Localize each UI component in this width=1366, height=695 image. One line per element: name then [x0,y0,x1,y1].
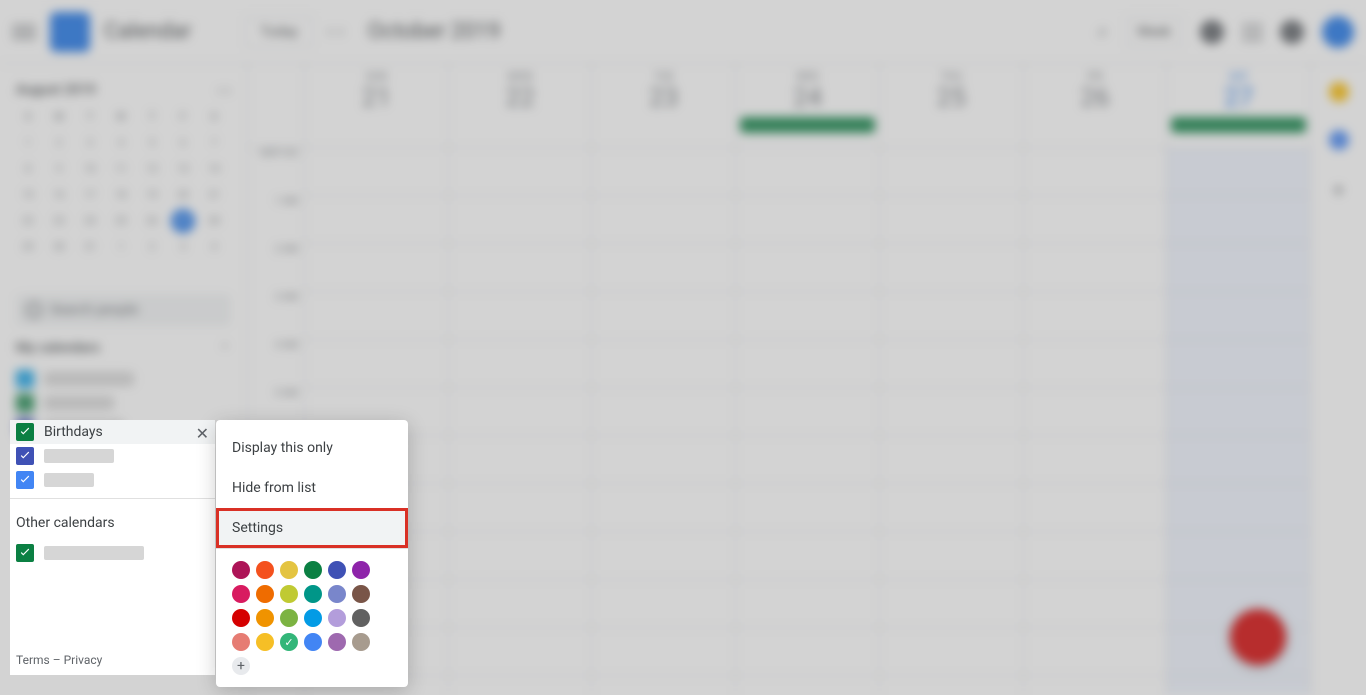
color-swatch[interactable] [232,633,250,651]
sidebar-calendar-list: Birthdays ✕ Other calendars Terms – Priv… [10,420,215,675]
prev-week-icon[interactable]: ‹ [327,21,332,42]
calendar-logo-icon [50,12,90,52]
hamburger-icon[interactable] [12,20,36,44]
app-title: Calendar [104,19,191,44]
checkbox-icon[interactable] [16,423,34,441]
checkbox-icon[interactable] [16,447,34,465]
color-swatch[interactable] [232,585,250,603]
account-avatar[interactable] [1322,16,1354,48]
next-week-icon[interactable]: › [338,21,343,42]
keep-icon[interactable] [1329,82,1349,102]
notifications-icon[interactable] [1280,20,1304,44]
footer-links: Terms – Privacy [10,645,215,675]
terms-link[interactable]: Terms [16,653,50,667]
mini-prev-icon[interactable]: ‹ [217,80,222,99]
calendar-item-label: Birthdays [44,424,103,440]
mini-calendar[interactable]: August 2019 ‹› SMTWTFS123456789101112131… [16,80,231,280]
right-sidebar: + [1310,64,1366,695]
color-swatch[interactable] [328,561,346,579]
gear-icon[interactable] [1200,20,1224,44]
redacted-label [44,449,114,463]
today-button[interactable]: Today [245,16,313,48]
color-swatch[interactable] [232,609,250,627]
mini-next-icon[interactable]: › [226,80,231,99]
add-addon-icon[interactable]: + [1333,178,1344,202]
color-swatch[interactable] [352,633,370,651]
color-swatch[interactable] [232,561,250,579]
app-header: Calendar Today ‹ › October 2019 ⌕ Week [0,0,1366,64]
view-selector[interactable]: Week [1126,16,1182,48]
calendar-item[interactable] [10,541,215,565]
chevron-up-icon: ⌄ [219,340,231,356]
checkbox-icon[interactable] [16,471,34,489]
checkbox-icon[interactable] [16,544,34,562]
color-swatch[interactable] [328,585,346,603]
color-swatch[interactable] [280,633,298,651]
color-swatch[interactable] [256,585,274,603]
menu-settings[interactable]: Settings [216,508,408,548]
close-icon[interactable]: ✕ [196,424,209,443]
apps-icon[interactable] [1242,22,1262,42]
calendar-item-birthdays[interactable]: Birthdays ✕ [10,420,215,444]
menu-display-only[interactable]: Display this only [216,428,408,468]
search-icon[interactable]: ⌕ [1098,21,1108,42]
search-icon [26,302,42,318]
week-nav: ‹ › [327,21,344,42]
color-swatch[interactable] [304,585,322,603]
calendar-item[interactable] [10,444,215,468]
color-swatch[interactable] [352,609,370,627]
color-swatch[interactable] [304,609,322,627]
color-swatch[interactable] [256,561,274,579]
add-custom-color[interactable]: + [232,657,250,675]
color-swatch[interactable] [352,561,370,579]
color-swatch[interactable] [280,609,298,627]
date-range: October 2019 [368,19,501,44]
tasks-icon[interactable] [1329,130,1349,150]
calendar-context-menu: Display this only Hide from list Setting… [216,420,408,687]
create-event-fab[interactable] [1230,609,1286,665]
search-placeholder: Search people [50,302,138,318]
my-calendars-header[interactable]: My calendars ⌄ [16,340,231,356]
allday-event[interactable] [1171,117,1306,133]
redacted-label [44,473,94,487]
color-swatch[interactable] [304,633,322,651]
calendar-item[interactable] [10,468,215,492]
color-swatch[interactable] [280,561,298,579]
search-people-input[interactable]: Search people [16,294,231,326]
privacy-link[interactable]: Privacy [64,653,103,667]
color-swatch[interactable] [328,633,346,651]
color-swatch[interactable] [256,633,274,651]
color-swatch[interactable] [256,609,274,627]
color-palette: + [216,549,408,675]
color-swatch[interactable] [304,561,322,579]
menu-hide-from-list[interactable]: Hide from list [216,468,408,508]
redacted-label [44,546,144,560]
other-calendars-header[interactable]: Other calendars [10,505,215,541]
color-swatch[interactable] [280,585,298,603]
color-swatch[interactable] [352,585,370,603]
mini-cal-month: August 2019 [16,82,96,98]
color-swatch[interactable] [328,609,346,627]
allday-event[interactable] [740,117,875,133]
